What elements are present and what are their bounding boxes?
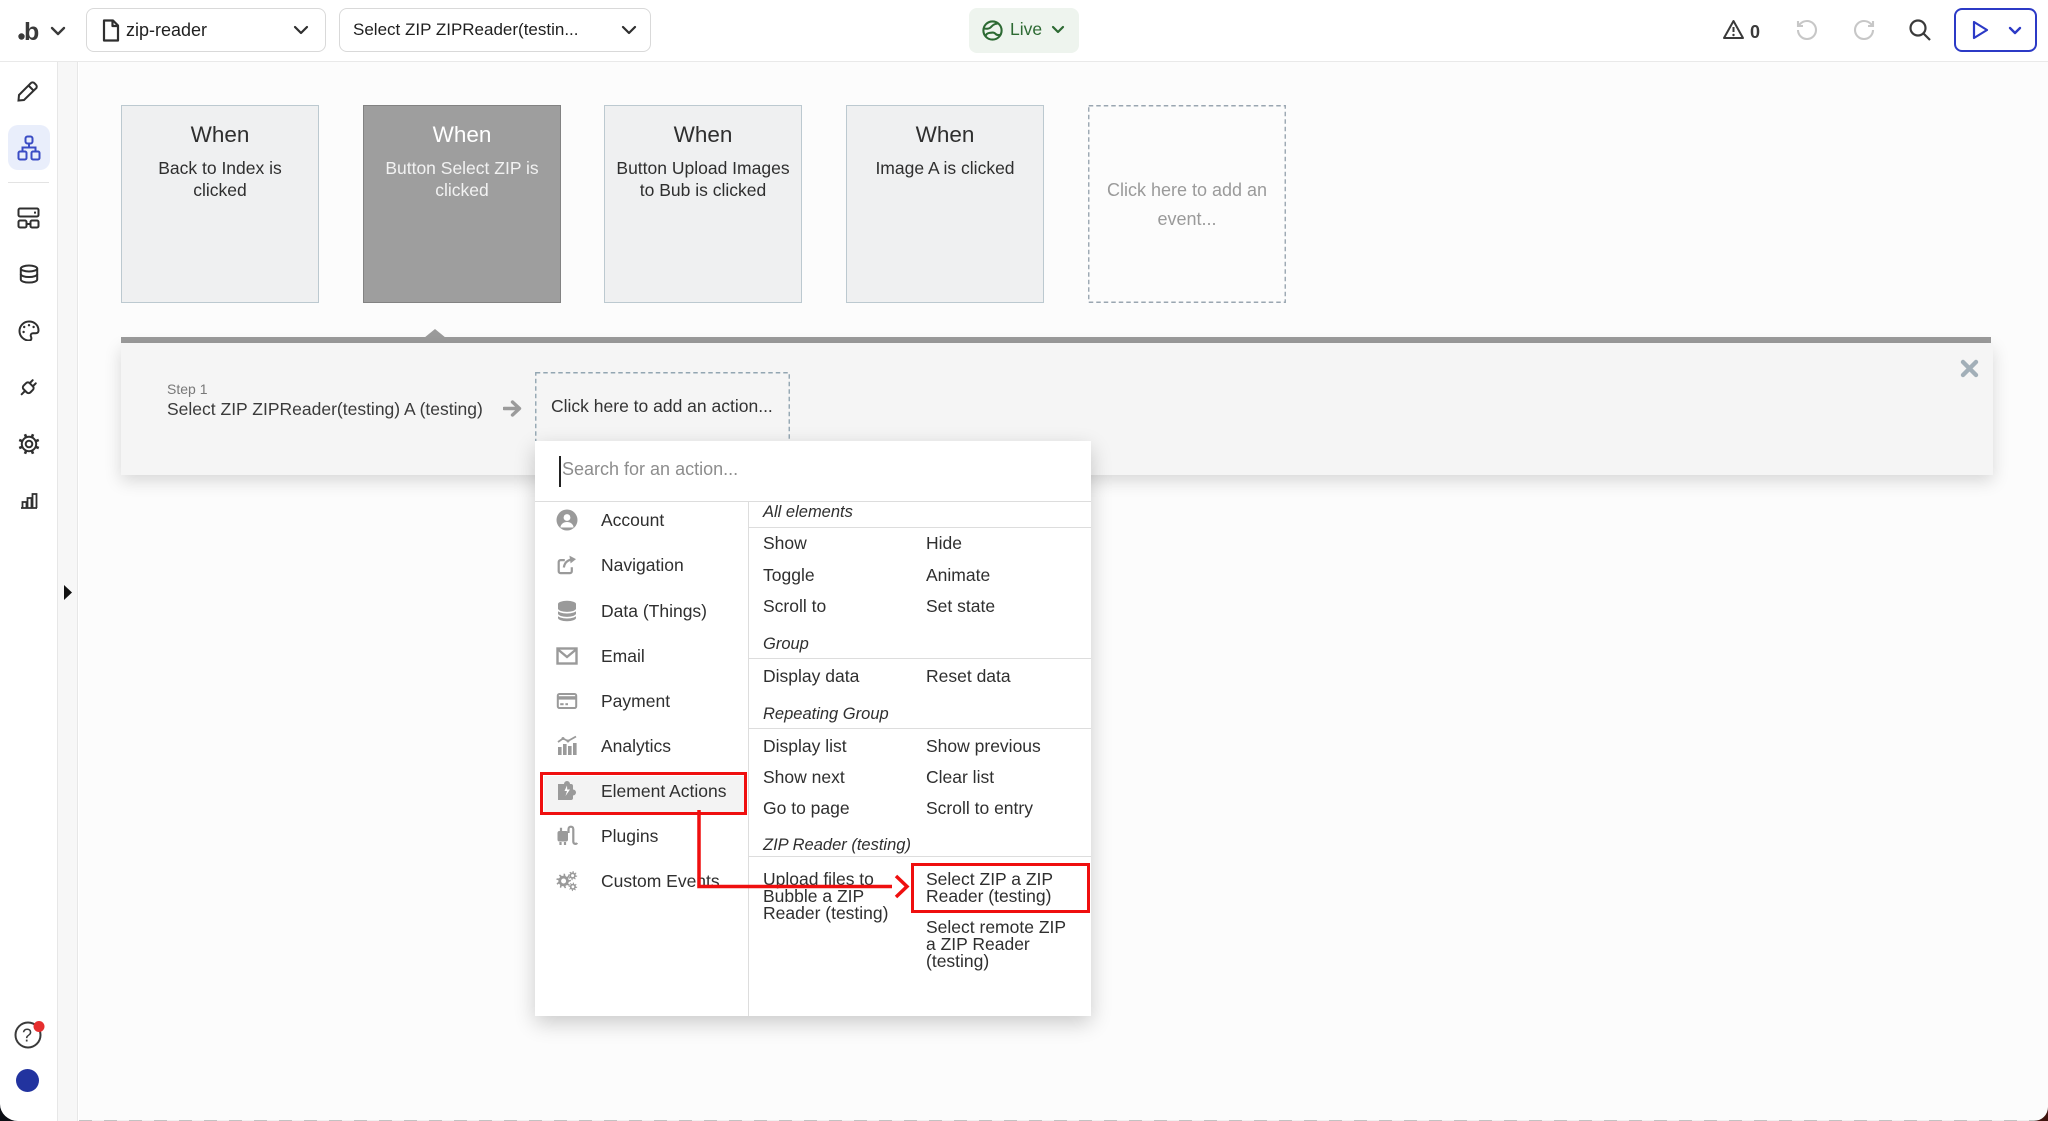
svg-text:0: 0 xyxy=(1750,22,1760,42)
svg-text:?: ? xyxy=(22,1026,32,1046)
svg-text:b: b xyxy=(24,18,39,46)
